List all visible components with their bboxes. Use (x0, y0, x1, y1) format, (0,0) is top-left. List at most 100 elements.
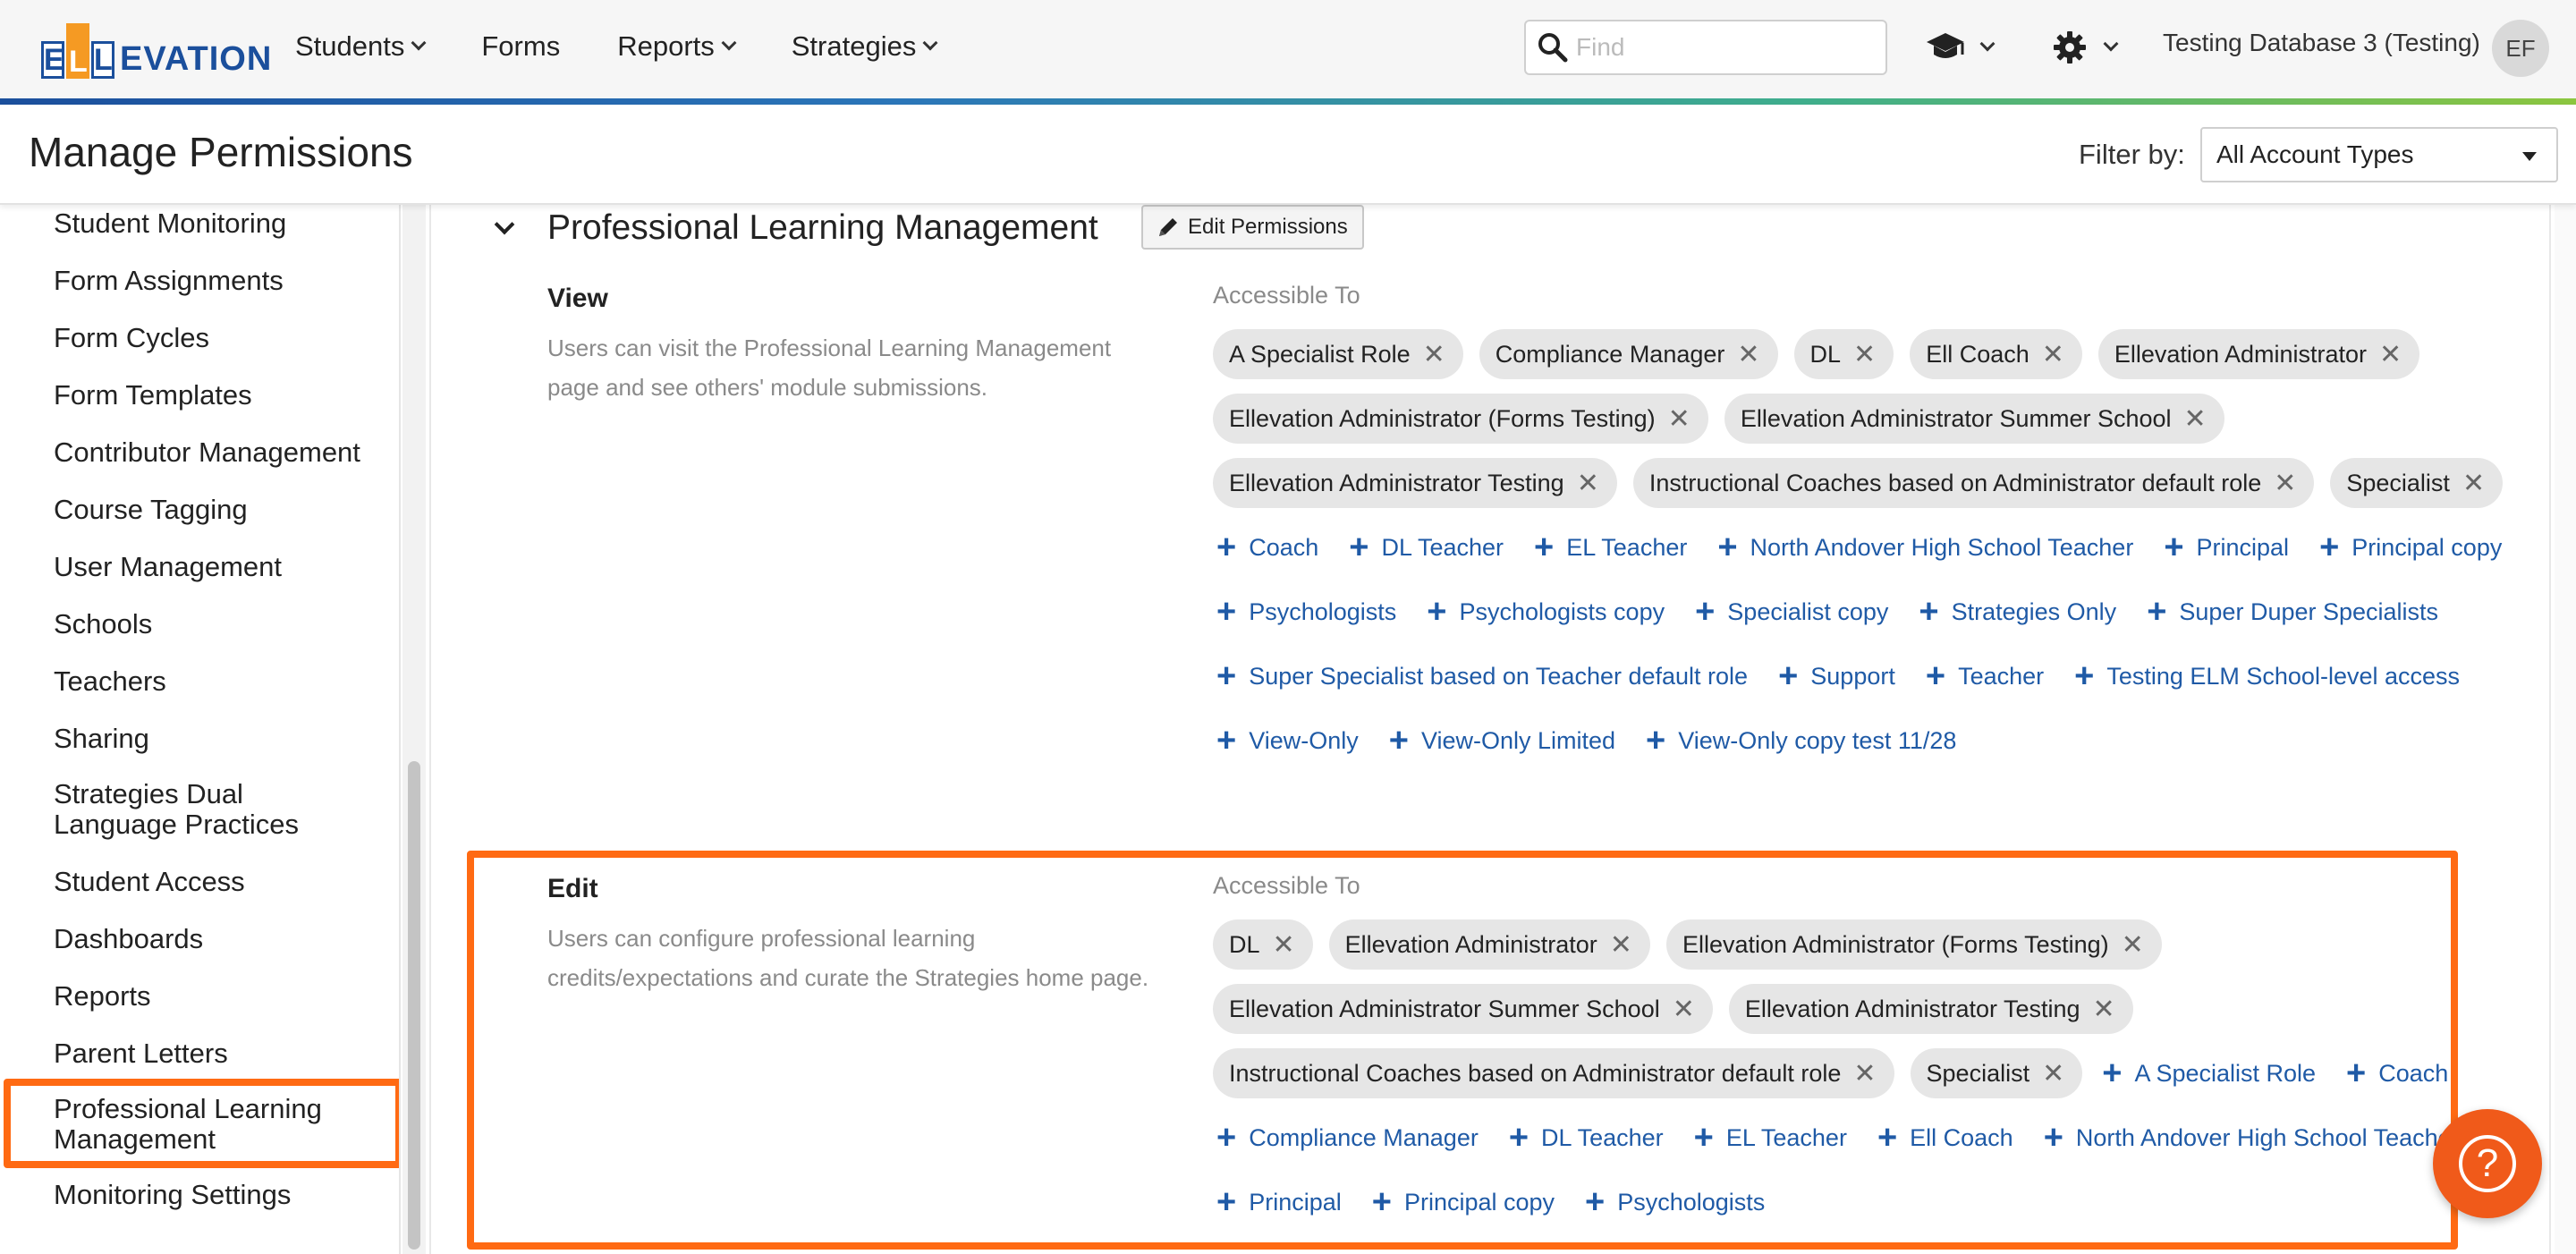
remove-role-icon[interactable]: ✕ (2042, 1058, 2064, 1089)
help-button[interactable]: ? (2433, 1109, 2542, 1218)
remove-role-icon[interactable]: ✕ (1423, 339, 1445, 370)
role-chip-label: DL (1229, 930, 1260, 958)
sidebar-item-parent-letters[interactable]: Parent Letters (54, 1038, 385, 1069)
remove-role-icon[interactable]: ✕ (1668, 403, 1690, 435)
add-role-link[interactable]: + Psychologists copy (1423, 587, 1665, 637)
chevron-down-icon (2103, 36, 2119, 52)
granted-role-chip: Specialist ✕ (1910, 1048, 2083, 1098)
nav-forms[interactable]: Forms (481, 30, 560, 63)
sidebar-item-teachers[interactable]: Teachers (54, 666, 385, 697)
add-role-link[interactable]: + Support (1775, 651, 1895, 701)
add-role-label: North Andover High School Teacher (1750, 533, 2134, 561)
remove-role-icon[interactable]: ✕ (2379, 339, 2402, 370)
remove-role-icon[interactable]: ✕ (1577, 468, 1599, 499)
sidebar-item-course-tagging[interactable]: Course Tagging (54, 495, 385, 525)
add-role-label: Super Duper Specialists (2179, 597, 2439, 625)
remove-role-icon[interactable]: ✕ (2122, 929, 2144, 961)
add-role-link[interactable]: + Strategies Only (1915, 587, 2116, 637)
collapse-chevron-icon[interactable] (494, 214, 515, 235)
add-role-label: EL Teacher (1725, 1123, 1847, 1151)
nav-reports[interactable]: Reports (617, 30, 737, 63)
sidebar-item-monitoring-settings[interactable]: Monitoring Settings (54, 1180, 385, 1210)
logo-letter: E (41, 41, 64, 79)
add-role-link[interactable]: + North Andover High School Teacher (2040, 1113, 2460, 1163)
plus-icon: + (1216, 657, 1237, 695)
role-chip-label: Ellevation Administrator (1344, 930, 1597, 958)
add-role-link[interactable]: + Psychologists (1581, 1177, 1765, 1227)
add-role-link[interactable]: + Principal (2160, 522, 2289, 572)
question-icon: ? (2459, 1135, 2516, 1192)
sidebar-item-dashboards[interactable]: Dashboards (54, 924, 385, 954)
add-role-link[interactable]: + DL Teacher (1505, 1113, 1664, 1163)
add-role-link[interactable]: + Principal copy (1368, 1177, 1555, 1227)
nav-strategies[interactable]: Strategies (792, 30, 938, 63)
granted-role-chip: Specialist ✕ (2330, 458, 2504, 508)
account-type-filter-select[interactable]: All Account Types (2200, 127, 2558, 182)
add-role-link[interactable]: + Compliance Manager (1213, 1113, 1479, 1163)
add-role-link[interactable]: + EL Teacher (1530, 522, 1687, 572)
add-role-link[interactable]: + Super Duper Specialists (2143, 587, 2438, 637)
sidebar-item-reports[interactable]: Reports (54, 981, 385, 1012)
plus-icon: + (1508, 1119, 1530, 1157)
plus-icon: + (1925, 657, 1946, 695)
add-role-link[interactable]: + Teacher (1922, 651, 2044, 701)
add-role-link[interactable]: + Super Specialist based on Teacher defau… (1213, 651, 1748, 701)
database-name[interactable]: Testing Database 3 (Testing) (2163, 29, 2480, 57)
remove-role-icon[interactable]: ✕ (2093, 994, 2115, 1025)
edit-permissions-button[interactable]: Edit Permissions (1141, 205, 1364, 250)
sidebar-item-user-management[interactable]: User Management (54, 552, 385, 582)
main-scrollbar[interactable] (2555, 205, 2576, 1254)
edit-permissions-label: Edit Permissions (1188, 215, 1348, 239)
remove-role-icon[interactable]: ✕ (2042, 339, 2064, 370)
nav-students[interactable]: Students (295, 30, 427, 63)
remove-role-icon[interactable]: ✕ (1853, 1058, 1876, 1089)
sidebar-item-sharing[interactable]: Sharing (54, 724, 385, 754)
settings-menu[interactable] (2052, 25, 2119, 70)
avatar[interactable]: EF (2492, 20, 2549, 77)
add-role-link[interactable]: + Coach (2343, 1048, 2448, 1098)
nav-forms-label: Forms (481, 30, 561, 62)
sidebar-item-schools[interactable]: Schools (54, 609, 385, 640)
add-role-link[interactable]: + Coach (1213, 522, 1318, 572)
remove-role-icon[interactable]: ✕ (1273, 929, 1295, 961)
sidebar-scrollbar[interactable] (402, 205, 426, 1254)
remove-role-icon[interactable]: ✕ (2462, 468, 2485, 499)
role-chip-label: A Specialist Role (1229, 340, 1411, 368)
remove-role-icon[interactable]: ✕ (1610, 929, 1632, 961)
remove-role-icon[interactable]: ✕ (1737, 339, 1759, 370)
sidebar-item-student-access[interactable]: Student Access (54, 867, 385, 897)
ellevation-logo[interactable]: E L L EVATION (41, 14, 272, 79)
add-role-link[interactable]: + Principal copy (2316, 522, 2502, 572)
add-role-link[interactable]: + Testing ELM School-level access (2071, 651, 2460, 701)
remove-role-icon[interactable]: ✕ (1853, 339, 1876, 370)
add-role-link[interactable]: + Ell Coach (1874, 1113, 2013, 1163)
add-role-link[interactable]: + Principal (1213, 1177, 1342, 1227)
sidebar-scrollbar-thumb[interactable] (408, 761, 420, 1250)
education-menu[interactable] (1925, 25, 1996, 70)
remove-role-icon[interactable]: ✕ (1673, 994, 1695, 1025)
filter-label: Filter by: (2079, 139, 2185, 170)
add-role-link[interactable]: + DL Teacher (1345, 522, 1504, 572)
granted-role-chip: Compliance Manager ✕ (1479, 329, 1778, 379)
nav-reports-label: Reports (617, 30, 715, 62)
add-role-link[interactable]: + A Specialist Role (2098, 1048, 2316, 1098)
sidebar-item-form-assignments[interactable]: Form Assignments (54, 266, 385, 296)
permissions-sidebar: Student Monitoring Form Assignments Form… (0, 205, 401, 1254)
sidebar-item-form-templates[interactable]: Form Templates (54, 380, 385, 411)
remove-role-icon[interactable]: ✕ (2184, 403, 2207, 435)
add-role-link[interactable]: + View-Only copy test 11/28 (1642, 716, 1956, 766)
sidebar-item-contributor-management[interactable]: Contributor Management (54, 437, 385, 468)
add-role-link[interactable]: + View-Only Limited (1385, 716, 1615, 766)
sidebar-item-student-monitoring[interactable]: Student Monitoring (54, 208, 385, 239)
remove-role-icon[interactable]: ✕ (2274, 468, 2296, 499)
add-role-link[interactable]: + Specialist copy (1691, 587, 1888, 637)
add-role-link[interactable]: + EL Teacher (1690, 1113, 1847, 1163)
add-role-link[interactable]: + View-Only (1213, 716, 1359, 766)
sidebar-item-strategies-dual-language-practices[interactable]: Strategies Dual Language Practices (54, 779, 349, 840)
plus-icon: + (2346, 1055, 2367, 1092)
add-role-link[interactable]: + Psychologists (1213, 587, 1396, 637)
find-input[interactable] (1576, 33, 1871, 62)
sidebar-item-form-cycles[interactable]: Form Cycles (54, 323, 385, 353)
plus-icon: + (1534, 529, 1555, 566)
add-role-link[interactable]: + North Andover High School Teacher (1714, 522, 2133, 572)
